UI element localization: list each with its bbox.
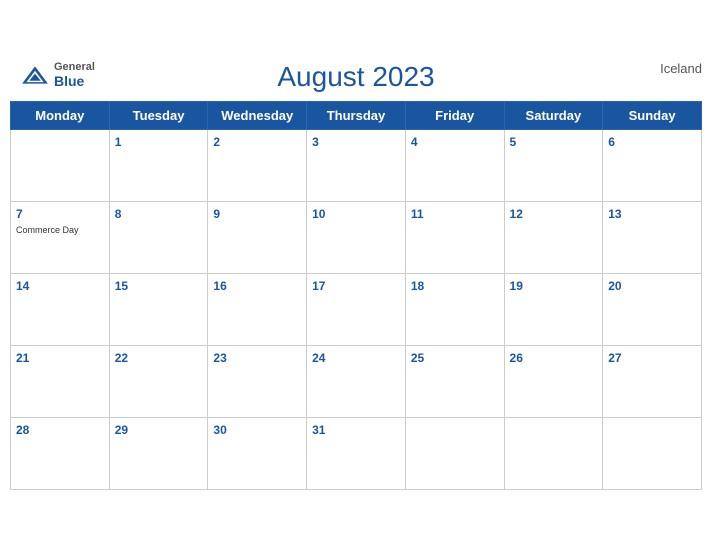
calendar-cell: 26 xyxy=(504,345,603,417)
calendar-cell xyxy=(11,129,110,201)
event-label: Commerce Day xyxy=(16,225,104,235)
day-number: 16 xyxy=(213,279,226,293)
calendar-cell: 24 xyxy=(307,345,406,417)
weekday-header-wednesday: Wednesday xyxy=(208,101,307,129)
day-number: 22 xyxy=(115,351,128,365)
calendar-cell: 1 xyxy=(109,129,208,201)
week-row-5: 28 29 30 31 xyxy=(11,417,702,489)
calendar-cell: 10 xyxy=(307,201,406,273)
weekday-header-monday: Monday xyxy=(11,101,110,129)
calendar-cell xyxy=(603,417,702,489)
weekday-header-sunday: Sunday xyxy=(603,101,702,129)
day-number: 14 xyxy=(16,279,29,293)
day-number: 28 xyxy=(16,423,29,437)
day-number: 6 xyxy=(608,135,615,149)
logo: General Blue xyxy=(20,61,95,89)
logo-general: General xyxy=(54,61,95,73)
calendar-cell: 21 xyxy=(11,345,110,417)
weekday-header-row: MondayTuesdayWednesdayThursdayFridaySatu… xyxy=(11,101,702,129)
day-number: 21 xyxy=(16,351,29,365)
calendar-cell: 6 xyxy=(603,129,702,201)
day-number: 5 xyxy=(510,135,517,149)
day-number: 23 xyxy=(213,351,226,365)
week-row-3: 14 15 16 17 18 19 20 xyxy=(11,273,702,345)
day-number: 30 xyxy=(213,423,226,437)
day-number: 15 xyxy=(115,279,128,293)
calendar-cell: 9 xyxy=(208,201,307,273)
day-number: 25 xyxy=(411,351,424,365)
calendar-cell: 11 xyxy=(405,201,504,273)
weekday-header-saturday: Saturday xyxy=(504,101,603,129)
week-row-1: 1 2 3 4 5 6 xyxy=(11,129,702,201)
calendar-cell: 3 xyxy=(307,129,406,201)
calendar-cell: 30 xyxy=(208,417,307,489)
weekday-header-tuesday: Tuesday xyxy=(109,101,208,129)
calendar-cell: 5 xyxy=(504,129,603,201)
calendar-cell: 7 Commerce Day xyxy=(11,201,110,273)
calendar-table: MondayTuesdayWednesdayThursdayFridaySatu… xyxy=(10,101,702,490)
calendar-cell: 22 xyxy=(109,345,208,417)
day-number: 13 xyxy=(608,207,621,221)
country-label: Iceland xyxy=(660,61,702,76)
calendar-cell: 4 xyxy=(405,129,504,201)
calendar-header: General Blue August 2023 Iceland xyxy=(10,61,702,93)
calendar-cell xyxy=(405,417,504,489)
calendar-cell: 20 xyxy=(603,273,702,345)
day-number: 10 xyxy=(312,207,325,221)
calendar-cell: 18 xyxy=(405,273,504,345)
calendar-cell: 28 xyxy=(11,417,110,489)
calendar-cell: 23 xyxy=(208,345,307,417)
calendar-cell: 16 xyxy=(208,273,307,345)
day-number: 27 xyxy=(608,351,621,365)
day-number: 19 xyxy=(510,279,523,293)
day-number: 24 xyxy=(312,351,325,365)
day-number: 9 xyxy=(213,207,220,221)
day-number: 26 xyxy=(510,351,523,365)
logo-blue: Blue xyxy=(54,73,95,89)
calendar-cell: 27 xyxy=(603,345,702,417)
day-number: 4 xyxy=(411,135,418,149)
day-number: 7 xyxy=(16,207,23,221)
week-row-2: 7 Commerce Day 8 9 10 11 12 13 xyxy=(11,201,702,273)
day-number: 2 xyxy=(213,135,220,149)
logo-icon xyxy=(20,65,50,85)
day-number: 29 xyxy=(115,423,128,437)
day-number: 8 xyxy=(115,207,122,221)
calendar-cell: 13 xyxy=(603,201,702,273)
day-number: 18 xyxy=(411,279,424,293)
calendar-cell: 31 xyxy=(307,417,406,489)
calendar-cell: 12 xyxy=(504,201,603,273)
day-number: 1 xyxy=(115,135,122,149)
calendar-cell: 14 xyxy=(11,273,110,345)
day-number: 3 xyxy=(312,135,319,149)
calendar-cell: 19 xyxy=(504,273,603,345)
calendar-cell: 8 xyxy=(109,201,208,273)
day-number: 17 xyxy=(312,279,325,293)
day-number: 12 xyxy=(510,207,523,221)
day-number: 31 xyxy=(312,423,325,437)
month-title: August 2023 xyxy=(277,61,434,93)
calendar-cell: 2 xyxy=(208,129,307,201)
calendar-cell: 17 xyxy=(307,273,406,345)
day-number: 20 xyxy=(608,279,621,293)
week-row-4: 21 22 23 24 25 26 27 xyxy=(11,345,702,417)
weekday-header-thursday: Thursday xyxy=(307,101,406,129)
calendar-cell: 29 xyxy=(109,417,208,489)
calendar-wrapper: General Blue August 2023 Iceland MondayT… xyxy=(0,51,712,500)
calendar-cell: 25 xyxy=(405,345,504,417)
day-number: 11 xyxy=(411,207,424,221)
weekday-header-friday: Friday xyxy=(405,101,504,129)
calendar-cell: 15 xyxy=(109,273,208,345)
calendar-cell xyxy=(504,417,603,489)
